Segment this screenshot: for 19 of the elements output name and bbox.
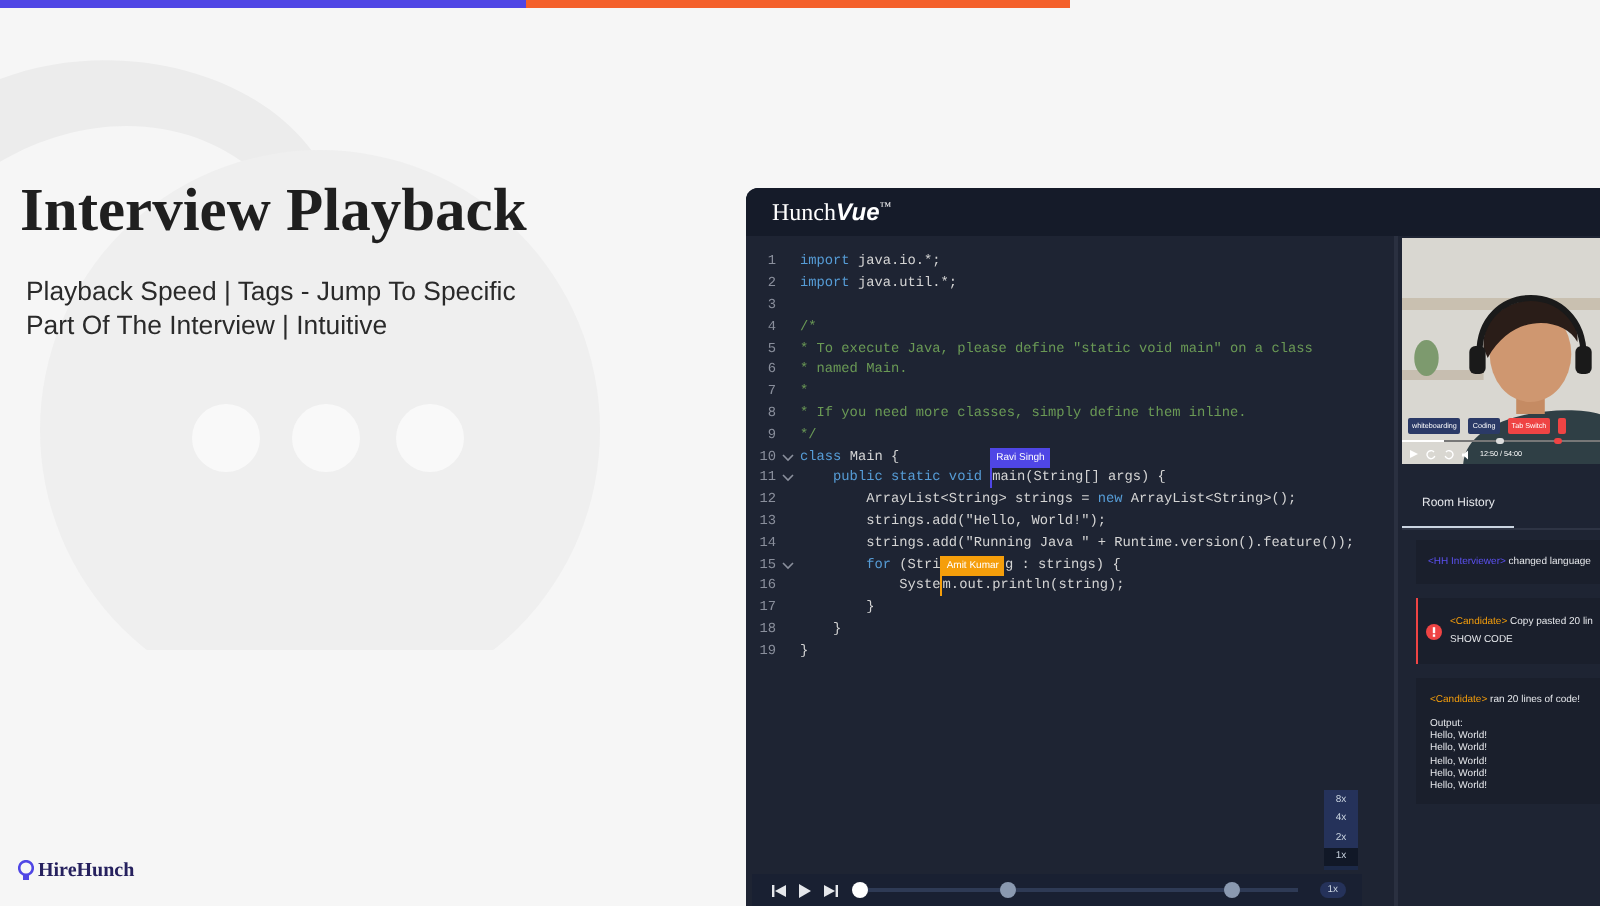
tag-marker[interactable] <box>1223 882 1240 898</box>
play-icon[interactable] <box>798 883 812 897</box>
seek-handle[interactable] <box>852 882 868 898</box>
chevron-down-icon[interactable] <box>782 474 794 483</box>
tag-marker[interactable] <box>1496 437 1504 444</box>
tag-marker[interactable] <box>1000 882 1017 898</box>
chevron-down-icon[interactable] <box>782 561 794 570</box>
logo-text: HireHunch <box>38 860 135 882</box>
subtitle: Playback Speed | Tags - Jump To Specific Part Of The Interview | Intuitive <box>26 274 518 342</box>
chevron-down-icon[interactable] <box>782 453 794 462</box>
skip-back-icon[interactable] <box>772 883 786 897</box>
app-logo: HunchVue$^{™}$ <box>772 197 892 227</box>
tag-chip[interactable] <box>1558 418 1567 434</box>
tag-marker[interactable] <box>1554 437 1562 444</box>
volume-icon[interactable] <box>1462 449 1472 459</box>
skip-forward-icon[interactable] <box>824 883 838 897</box>
page-title: Interview Playback <box>20 176 529 246</box>
bulb-icon <box>18 860 34 882</box>
alert-icon <box>1426 623 1442 639</box>
